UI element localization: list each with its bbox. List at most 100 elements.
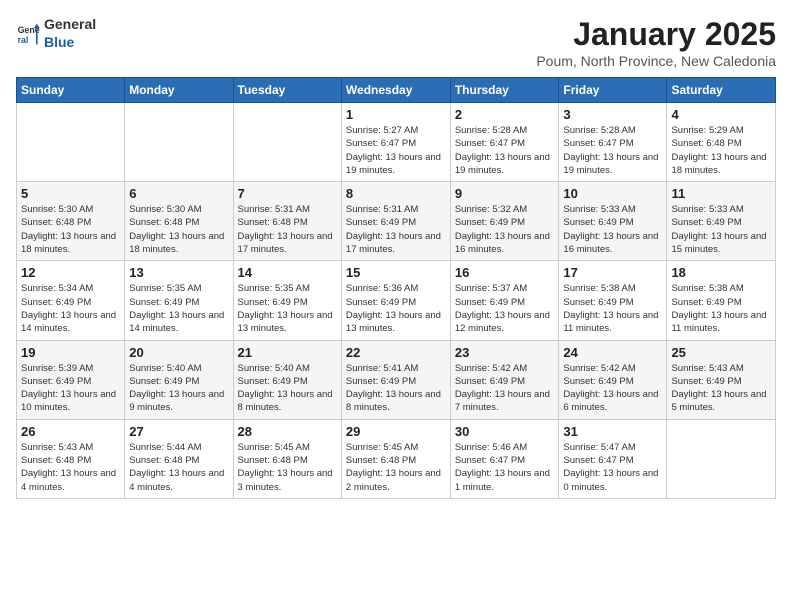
day-info: Sunrise: 5:31 AMSunset: 6:48 PMDaylight:… [238,203,337,256]
logo: Gene ral General Blue [16,16,96,52]
location-title: Poum, North Province, New Caledonia [536,53,776,69]
calendar-cell: 12 Sunrise: 5:34 AMSunset: 6:49 PMDayligh… [17,261,125,340]
svg-text:ral: ral [18,35,29,45]
day-number: 6 [129,186,228,201]
day-number: 3 [563,107,662,122]
day-info: Sunrise: 5:27 AMSunset: 6:47 PMDaylight:… [346,124,446,177]
calendar-cell: 18 Sunrise: 5:38 AMSunset: 6:49 PMDayligh… [667,261,776,340]
day-info: Sunrise: 5:35 AMSunset: 6:49 PMDaylight:… [238,282,337,335]
weekday-header: Thursday [450,78,559,103]
day-number: 11 [671,186,771,201]
day-number: 14 [238,265,337,280]
logo-blue: Blue [44,34,74,50]
calendar-cell: 10Sunrise: 5:33 AMSunset: 6:49 PMDayligh… [559,182,667,261]
calendar-week-row: 1 Sunrise: 5:27 AMSunset: 6:47 PMDaylight… [17,103,776,182]
day-number: 27 [129,424,228,439]
calendar-cell: 22 Sunrise: 5:41 AMSunset: 6:49 PMDayligh… [341,340,450,419]
day-info: Sunrise: 5:37 AMSunset: 6:49 PMDaylight:… [455,282,555,335]
day-info: Sunrise: 5:28 AMSunset: 6:47 PMDaylight:… [455,124,555,177]
logo-icon: Gene ral [16,22,40,46]
weekday-header: Sunday [17,78,125,103]
calendar-cell: 1 Sunrise: 5:27 AMSunset: 6:47 PMDaylight… [341,103,450,182]
day-info: Sunrise: 5:29 AMSunset: 6:48 PMDaylight:… [671,124,771,177]
day-info: Sunrise: 5:34 AMSunset: 6:49 PMDaylight:… [21,282,120,335]
day-number: 24 [563,345,662,360]
day-info: Sunrise: 5:42 AMSunset: 6:49 PMDaylight:… [455,362,555,415]
calendar-cell [17,103,125,182]
day-number: 15 [346,265,446,280]
weekday-header: Wednesday [341,78,450,103]
day-number: 12 [21,265,120,280]
weekday-header: Saturday [667,78,776,103]
day-number: 5 [21,186,120,201]
calendar-cell: 9 Sunrise: 5:32 AMSunset: 6:49 PMDaylight… [450,182,559,261]
day-info: Sunrise: 5:28 AMSunset: 6:47 PMDaylight:… [563,124,662,177]
day-info: Sunrise: 5:38 AMSunset: 6:49 PMDaylight:… [671,282,771,335]
calendar-cell [667,419,776,498]
day-info: Sunrise: 5:31 AMSunset: 6:49 PMDaylight:… [346,203,446,256]
day-info: Sunrise: 5:32 AMSunset: 6:49 PMDaylight:… [455,203,555,256]
calendar-cell: 25Sunrise: 5:43 AMSunset: 6:49 PMDayligh… [667,340,776,419]
weekday-header: Monday [125,78,233,103]
calendar-cell: 8Sunrise: 5:31 AMSunset: 6:49 PMDaylight… [341,182,450,261]
calendar-cell: 17 Sunrise: 5:38 AMSunset: 6:49 PMDayligh… [559,261,667,340]
calendar-cell: 6 Sunrise: 5:30 AMSunset: 6:48 PMDaylight… [125,182,233,261]
calendar-cell: 13 Sunrise: 5:35 AMSunset: 6:49 PMDayligh… [125,261,233,340]
day-number: 18 [671,265,771,280]
calendar-cell: 3 Sunrise: 5:28 AMSunset: 6:47 PMDaylight… [559,103,667,182]
calendar-cell: 15 Sunrise: 5:36 AMSunset: 6:49 PMDayligh… [341,261,450,340]
day-info: Sunrise: 5:46 AMSunset: 6:47 PMDaylight:… [455,441,555,494]
calendar-table: SundayMondayTuesdayWednesdayThursdayFrid… [16,77,776,499]
calendar-cell [233,103,341,182]
calendar-cell: 19Sunrise: 5:39 AMSunset: 6:49 PMDayligh… [17,340,125,419]
calendar-cell: 24 Sunrise: 5:42 AMSunset: 6:49 PMDayligh… [559,340,667,419]
calendar-cell: 4 Sunrise: 5:29 AMSunset: 6:48 PMDaylight… [667,103,776,182]
day-info: Sunrise: 5:45 AMSunset: 6:48 PMDaylight:… [346,441,446,494]
day-number: 2 [455,107,555,122]
weekday-header-row: SundayMondayTuesdayWednesdayThursdayFrid… [17,78,776,103]
day-info: Sunrise: 5:30 AMSunset: 6:48 PMDaylight:… [129,203,228,256]
calendar-cell: 31 Sunrise: 5:47 AMSunset: 6:47 PMDayligh… [559,419,667,498]
day-info: Sunrise: 5:36 AMSunset: 6:49 PMDaylight:… [346,282,446,335]
title-block: January 2025 Poum, North Province, New C… [536,16,776,69]
day-info: Sunrise: 5:35 AMSunset: 6:49 PMDaylight:… [129,282,228,335]
calendar-cell: 21Sunrise: 5:40 AMSunset: 6:49 PMDayligh… [233,340,341,419]
calendar-cell: 30Sunrise: 5:46 AMSunset: 6:47 PMDayligh… [450,419,559,498]
month-title: January 2025 [536,16,776,53]
day-number: 13 [129,265,228,280]
day-number: 19 [21,345,120,360]
day-info: Sunrise: 5:30 AMSunset: 6:48 PMDaylight:… [21,203,120,256]
day-number: 31 [563,424,662,439]
calendar-week-row: 19Sunrise: 5:39 AMSunset: 6:49 PMDayligh… [17,340,776,419]
day-number: 4 [671,107,771,122]
day-info: Sunrise: 5:42 AMSunset: 6:49 PMDaylight:… [563,362,662,415]
calendar-cell: 23Sunrise: 5:42 AMSunset: 6:49 PMDayligh… [450,340,559,419]
calendar-cell: 5 Sunrise: 5:30 AMSunset: 6:48 PMDaylight… [17,182,125,261]
calendar-cell: 26Sunrise: 5:43 AMSunset: 6:48 PMDayligh… [17,419,125,498]
day-number: 9 [455,186,555,201]
day-info: Sunrise: 5:47 AMSunset: 6:47 PMDaylight:… [563,441,662,494]
day-number: 20 [129,345,228,360]
day-info: Sunrise: 5:41 AMSunset: 6:49 PMDaylight:… [346,362,446,415]
calendar-cell: 29Sunrise: 5:45 AMSunset: 6:48 PMDayligh… [341,419,450,498]
day-number: 17 [563,265,662,280]
day-number: 22 [346,345,446,360]
page-header: Gene ral General Blue January 2025 Poum,… [16,16,776,69]
calendar-cell [125,103,233,182]
day-info: Sunrise: 5:40 AMSunset: 6:49 PMDaylight:… [129,362,228,415]
calendar-cell: 27Sunrise: 5:44 AMSunset: 6:48 PMDayligh… [125,419,233,498]
day-info: Sunrise: 5:43 AMSunset: 6:49 PMDaylight:… [671,362,771,415]
day-info: Sunrise: 5:45 AMSunset: 6:48 PMDaylight:… [238,441,337,494]
day-number: 16 [455,265,555,280]
logo-general: General [44,16,96,32]
calendar-week-row: 12 Sunrise: 5:34 AMSunset: 6:49 PMDayligh… [17,261,776,340]
calendar-cell: 16 Sunrise: 5:37 AMSunset: 6:49 PMDayligh… [450,261,559,340]
calendar-cell: 20 Sunrise: 5:40 AMSunset: 6:49 PMDayligh… [125,340,233,419]
calendar-cell: 7Sunrise: 5:31 AMSunset: 6:48 PMDaylight… [233,182,341,261]
calendar-week-row: 5 Sunrise: 5:30 AMSunset: 6:48 PMDaylight… [17,182,776,261]
day-number: 1 [346,107,446,122]
calendar-cell: 2 Sunrise: 5:28 AMSunset: 6:47 PMDaylight… [450,103,559,182]
weekday-header: Friday [559,78,667,103]
day-number: 21 [238,345,337,360]
day-info: Sunrise: 5:38 AMSunset: 6:49 PMDaylight:… [563,282,662,335]
